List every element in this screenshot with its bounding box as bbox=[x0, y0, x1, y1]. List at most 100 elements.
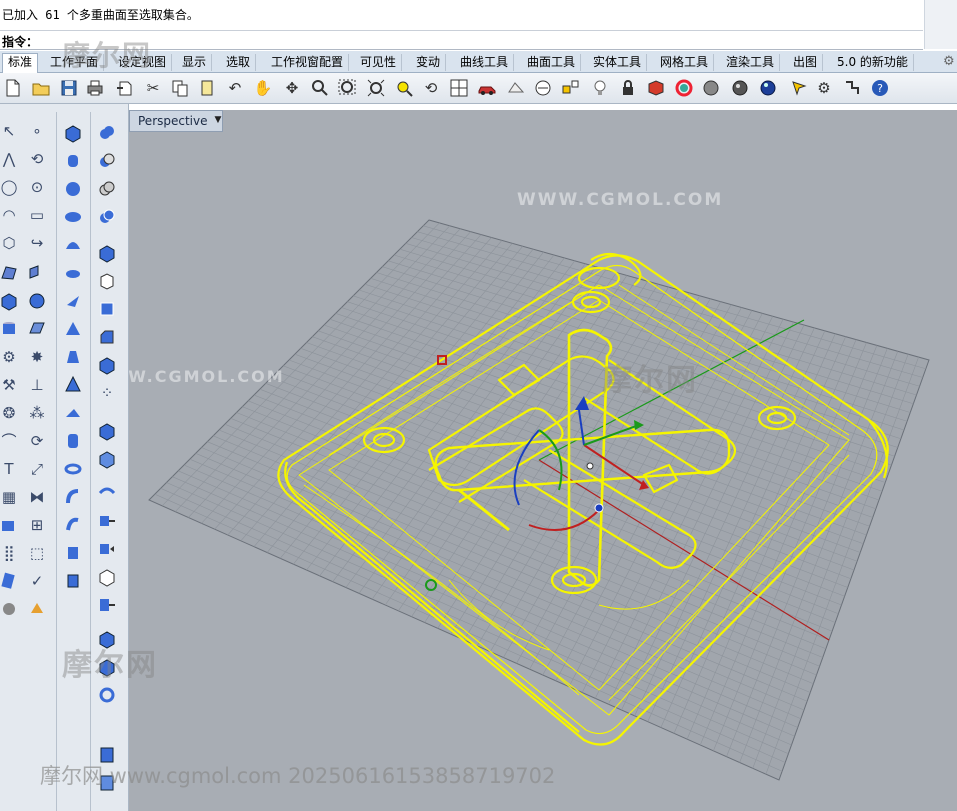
tab-visibility[interactable]: 可见性 bbox=[355, 54, 403, 71]
cap-icon[interactable] bbox=[62, 262, 84, 284]
viewport-menu-arrow-icon[interactable]: ▼ bbox=[213, 113, 223, 127]
array-icon[interactable]: ▦ bbox=[0, 486, 20, 508]
new-file-icon[interactable] bbox=[2, 77, 24, 99]
box-solid-icon[interactable] bbox=[0, 290, 20, 312]
tube-icon[interactable] bbox=[62, 430, 84, 452]
tab-display[interactable]: 显示 bbox=[177, 54, 213, 71]
tab-settings-gear-icon[interactable]: ⚙ bbox=[943, 54, 955, 69]
text-object-icon[interactable]: T bbox=[0, 458, 20, 480]
boolean-intersection-icon[interactable] bbox=[96, 178, 118, 200]
arc-icon[interactable]: ◠ bbox=[0, 204, 20, 226]
sphere-solid-icon[interactable] bbox=[26, 290, 48, 312]
save-icon[interactable] bbox=[58, 77, 80, 99]
cut-icon[interactable]: ✂ bbox=[142, 77, 164, 99]
tab-render-tools[interactable]: 渲染工具 bbox=[721, 54, 781, 71]
tab-select[interactable]: 选取 bbox=[221, 54, 257, 71]
mirror-icon[interactable]: ⧓ bbox=[26, 486, 48, 508]
cap-planar-icon[interactable] bbox=[96, 242, 118, 264]
cone-icon[interactable] bbox=[62, 290, 84, 312]
zoom-window-icon[interactable] bbox=[336, 77, 358, 99]
tab-viewport-layout[interactable]: 工作视窗配置 bbox=[266, 54, 350, 71]
extrude-surface-icon[interactable] bbox=[62, 570, 84, 592]
open-folder-icon[interactable] bbox=[30, 77, 52, 99]
box-icon[interactable] bbox=[62, 122, 84, 144]
tab-drafting[interactable]: 出图 bbox=[788, 54, 824, 71]
undo-view-icon[interactable]: ⟲ bbox=[420, 77, 442, 99]
cube-solid-icon[interactable] bbox=[96, 420, 118, 442]
check-icon[interactable]: ✓ bbox=[26, 570, 48, 592]
tab-surface-tools[interactable]: 曲面工具 bbox=[522, 54, 582, 71]
circle-icon[interactable]: ◯ bbox=[0, 176, 20, 198]
dot-grid-icon[interactable]: ⣿ bbox=[0, 542, 20, 564]
solid-points-icon[interactable]: ⁘ bbox=[96, 382, 118, 404]
polygon-icon[interactable]: ⬡ bbox=[0, 232, 20, 254]
ellipsoid-icon[interactable] bbox=[62, 206, 84, 228]
cylinder-icon[interactable] bbox=[62, 150, 84, 172]
point-icon[interactable]: ∘ bbox=[26, 120, 48, 142]
material-icon[interactable] bbox=[645, 77, 667, 99]
perspective-viewport[interactable]: Perspective ▼ WWW.CGMOL.COM WWW.CGMOL.CO… bbox=[129, 110, 957, 811]
offset-icon[interactable]: ⟳ bbox=[26, 430, 48, 452]
dimension-icon[interactable]: ⊥ bbox=[26, 374, 48, 396]
history-icon[interactable] bbox=[532, 77, 554, 99]
lock-icon[interactable] bbox=[617, 77, 639, 99]
sweep-solid-icon[interactable] bbox=[62, 514, 84, 536]
command-history-scrollbar[interactable] bbox=[924, 0, 957, 49]
move-icon[interactable]: ⊞ bbox=[26, 514, 48, 536]
history-record-icon[interactable]: ⬚ bbox=[26, 542, 48, 564]
boolean-union-icon[interactable] bbox=[96, 122, 118, 144]
torus-icon[interactable] bbox=[62, 458, 84, 480]
zoom-selected-icon[interactable] bbox=[393, 77, 415, 99]
import-icon[interactable] bbox=[114, 77, 136, 99]
extrude-face-icon[interactable] bbox=[96, 538, 118, 560]
split-icon[interactable]: ⚒ bbox=[0, 374, 20, 396]
tab-mesh-tools[interactable]: 网格工具 bbox=[655, 54, 715, 71]
car-icon[interactable] bbox=[476, 77, 498, 99]
chamfer-edge-icon[interactable] bbox=[96, 326, 118, 348]
light-bulb-icon[interactable] bbox=[589, 77, 611, 99]
boolean-split-icon[interactable] bbox=[96, 206, 118, 228]
shaded-sphere-icon[interactable] bbox=[700, 77, 722, 99]
object-snap-icon[interactable] bbox=[560, 77, 582, 99]
patch-icon[interactable] bbox=[0, 598, 20, 620]
undo-icon[interactable]: ↶ bbox=[224, 77, 246, 99]
copy-icon[interactable] bbox=[169, 77, 191, 99]
ellipse-icon[interactable]: ⊙ bbox=[26, 176, 48, 198]
wedge-icon[interactable] bbox=[62, 402, 84, 424]
glossy-sphere-icon[interactable] bbox=[757, 77, 779, 99]
scale-icon[interactable]: ⤢ bbox=[26, 458, 48, 480]
pipe-icon[interactable] bbox=[62, 486, 84, 508]
pyramid-icon[interactable] bbox=[62, 318, 84, 340]
ungroup-icon[interactable]: ⁂ bbox=[26, 402, 48, 424]
command-input[interactable] bbox=[36, 31, 916, 48]
tab-standard[interactable]: 标准 bbox=[2, 53, 39, 73]
render-preview-icon[interactable] bbox=[505, 77, 527, 99]
mesh-icon[interactable] bbox=[26, 318, 48, 340]
tab-new-in-v5[interactable]: 5.0 的新功能 bbox=[832, 54, 914, 71]
paste-icon[interactable] bbox=[196, 77, 218, 99]
pan-hand-icon[interactable]: ✋ bbox=[252, 77, 274, 99]
grid-snap-icon[interactable] bbox=[842, 77, 864, 99]
transform-gear-icon[interactable]: ⚙ bbox=[0, 346, 20, 368]
tab-curve-tools[interactable]: 曲线工具 bbox=[455, 54, 515, 71]
analyze-icon[interactable] bbox=[0, 570, 20, 592]
paraboloid-icon[interactable] bbox=[62, 234, 84, 256]
solid-rotate-icon[interactable] bbox=[96, 684, 118, 706]
zoom-icon[interactable] bbox=[309, 77, 331, 99]
tab-solid-tools[interactable]: 实体工具 bbox=[588, 54, 648, 71]
curve-cv-icon[interactable]: ⟲ bbox=[26, 148, 48, 170]
fold-face-icon[interactable] bbox=[96, 594, 118, 616]
fillet-icon[interactable]: ⌒ bbox=[0, 430, 20, 452]
boolean-difference-icon[interactable] bbox=[96, 150, 118, 172]
four-viewports-icon[interactable] bbox=[448, 77, 470, 99]
extrude-closed-icon[interactable] bbox=[62, 542, 84, 564]
curve-tool-icon[interactable]: ↪ bbox=[26, 232, 48, 254]
sphere-icon[interactable] bbox=[62, 178, 84, 200]
options-gear-icon[interactable]: ⚙ bbox=[813, 77, 835, 99]
zoom-extents-icon[interactable] bbox=[365, 77, 387, 99]
viewport-title[interactable]: Perspective bbox=[129, 110, 223, 132]
rectangle-icon[interactable]: ▭ bbox=[26, 204, 48, 226]
cylinder-solid-icon[interactable] bbox=[0, 318, 20, 340]
explode-icon[interactable]: ✸ bbox=[26, 346, 48, 368]
move-face-icon[interactable] bbox=[96, 510, 118, 532]
